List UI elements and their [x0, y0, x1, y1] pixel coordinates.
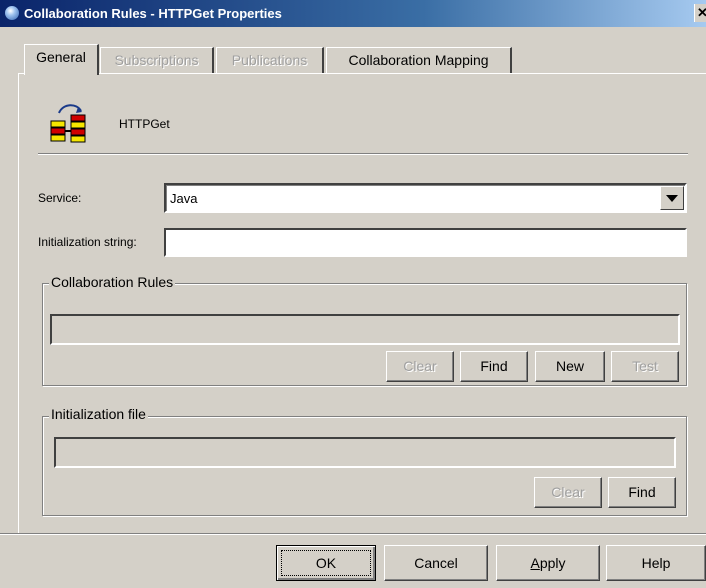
apply-label-rest: pply — [539, 555, 566, 571]
close-icon[interactable]: ✕ — [694, 4, 706, 22]
rules-new-button[interactable]: New — [535, 351, 605, 382]
init-file-clear-button[interactable]: Clear — [534, 477, 602, 508]
service-select[interactable]: Java — [164, 183, 687, 213]
ok-button[interactable]: OK — [276, 545, 376, 581]
chevron-down-icon[interactable] — [660, 186, 684, 210]
app-globe-icon — [4, 5, 20, 21]
collaboration-rules-legend: Collaboration Rules — [49, 274, 176, 290]
collaboration-name: HTTPGet — [119, 117, 170, 131]
service-value: Java — [170, 191, 198, 206]
initialization-file-legend: Initialization file — [49, 406, 148, 422]
footer-separator — [0, 533, 706, 535]
help-button[interactable]: Help — [606, 545, 706, 581]
tab-collaboration-mapping[interactable]: Collaboration Mapping — [326, 47, 512, 73]
service-label: Service: — [38, 191, 82, 205]
tab-general[interactable]: General — [24, 44, 99, 75]
cancel-button[interactable]: Cancel — [384, 545, 488, 581]
tab-collaboration-mapping-label: Collaboration Mapping — [348, 52, 489, 68]
rules-clear-button[interactable]: Clear — [386, 351, 454, 382]
tab-general-label: General — [36, 49, 86, 65]
tab-subscriptions[interactable]: Subscriptions — [100, 47, 214, 73]
initialization-file-path-field[interactable] — [54, 437, 676, 468]
ok-focus-ring — [281, 550, 371, 576]
tab-subscriptions-label: Subscriptions — [114, 52, 199, 68]
tab-publications[interactable]: Publications — [216, 47, 324, 73]
window-title: Collaboration Rules - HTTPGet Properties — [24, 6, 282, 21]
apply-mnemonic: A — [530, 555, 540, 571]
title-bar[interactable]: Collaboration Rules - HTTPGet Properties… — [0, 0, 706, 27]
header-separator — [38, 153, 688, 155]
collaboration-rules-icon — [50, 104, 86, 143]
apply-button[interactable]: Apply — [496, 545, 600, 581]
tab-publications-label: Publications — [231, 52, 308, 68]
init-string-label: Initialization string: — [38, 235, 137, 249]
collaboration-rules-path-field[interactable] — [50, 314, 680, 345]
init-string-input[interactable] — [164, 228, 687, 257]
rules-find-button[interactable]: Find — [460, 351, 528, 382]
rules-test-button[interactable]: Test — [611, 351, 679, 382]
init-file-find-button[interactable]: Find — [608, 477, 676, 508]
